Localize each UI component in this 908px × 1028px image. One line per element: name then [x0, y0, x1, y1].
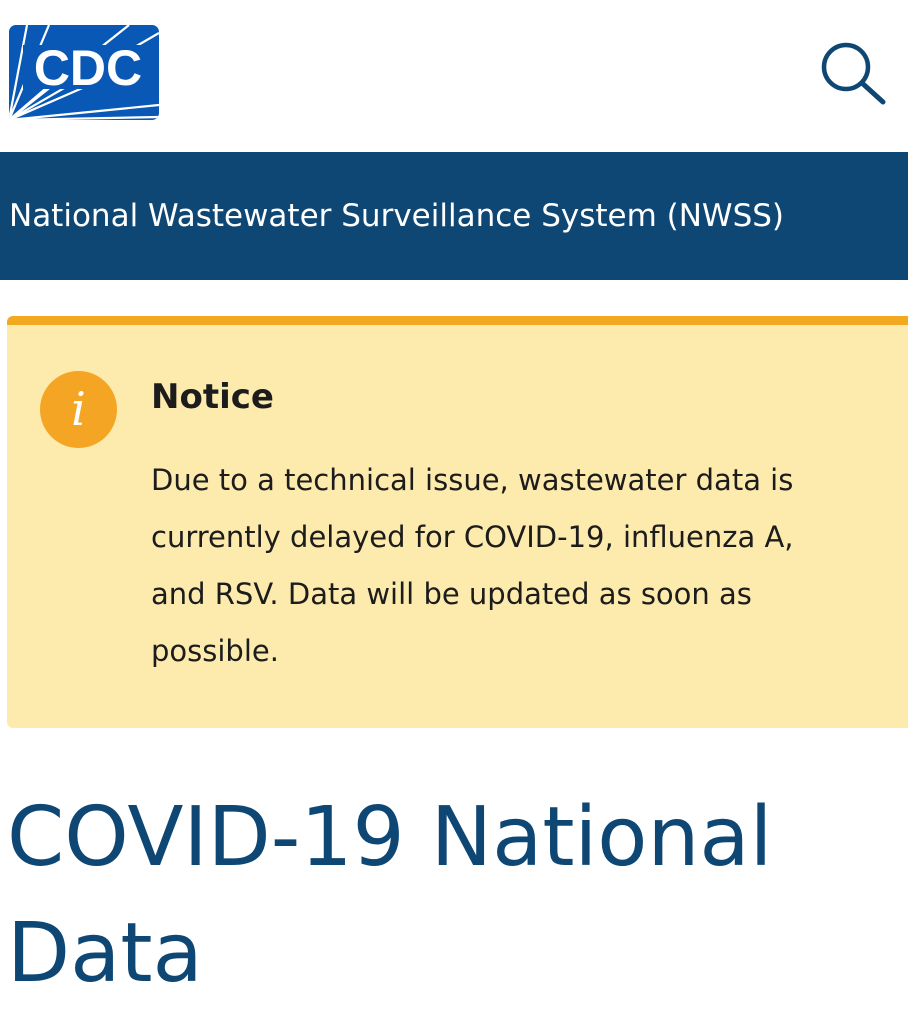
notice-line: and RSV. Data will be updated as soon as [151, 577, 752, 611]
logo-text: CDC [34, 40, 142, 96]
info-icon: i [40, 371, 117, 448]
notice-alert: i Notice Due to a technical issue, waste… [7, 316, 908, 728]
notice-body: Due to a technical issue, wastewater dat… [151, 452, 908, 680]
site-header: CDC [0, 0, 908, 152]
notice-line: currently delayed for COVID-19, influenz… [151, 520, 794, 554]
cdc-logo[interactable]: CDC [9, 25, 159, 120]
info-icon-glyph: i [71, 382, 86, 436]
site-title[interactable]: National Wastewater Surveillance System … [9, 198, 784, 234]
page-title-line: Data [7, 906, 203, 1001]
search-icon [821, 42, 886, 105]
notice-line: possible. [151, 634, 279, 668]
notice-title: Notice [151, 377, 274, 417]
notice-line: Due to a technical issue, wastewater dat… [151, 463, 794, 497]
page-title: COVID-19 National Data [7, 780, 772, 1012]
page-title-line: COVID-19 National [7, 790, 773, 885]
site-title-banner[interactable]: National Wastewater Surveillance System … [0, 152, 908, 280]
search-button[interactable] [815, 35, 891, 111]
